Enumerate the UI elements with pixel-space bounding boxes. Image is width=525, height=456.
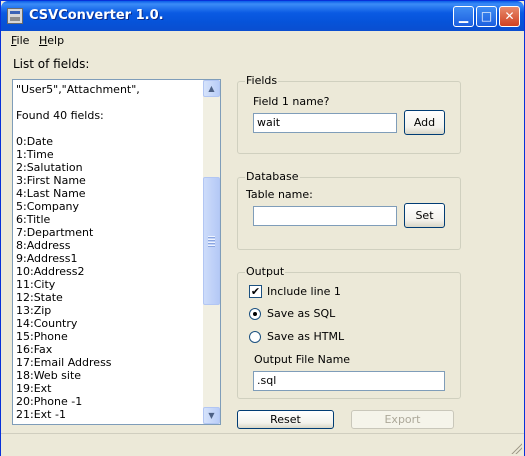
field-list-line: 14:Country (16, 317, 78, 330)
field-list-line: 12:State (16, 291, 63, 304)
thumb-grip-line (208, 245, 215, 247)
thumb-grip-line (208, 242, 215, 244)
fields-list-label: List of fields: (13, 57, 90, 71)
output-file-name-label: Output File Name (254, 353, 351, 366)
field-list-line: "User5","Attachment", (16, 83, 140, 96)
field-list-line: Found 40 fields: (16, 109, 104, 122)
app-window: CSVConverter 1.0. ▁ □ ✕ File Help List o… (0, 0, 525, 456)
close-icon: ✕ (504, 9, 515, 23)
field-name-input[interactable]: wait (253, 113, 397, 133)
include-line1-checkbox[interactable]: ✔ (249, 285, 262, 298)
field-list-line: 0:Date (16, 135, 53, 148)
fields-list-textarea[interactable]: "User5","Attachment", Found 40 fields: 0:D… (12, 79, 221, 425)
scroll-up-button[interactable]: ▲ (203, 80, 220, 97)
scroll-down-arrow-icon: ▼ (208, 411, 215, 420)
field-list-line: 16:Fax (16, 343, 53, 356)
scroll-up-arrow-icon: ▲ (208, 84, 215, 93)
vertical-scrollbar[interactable]: ▲ ▼ (203, 80, 220, 424)
output-groupbox: Output ✔ Include line 1 Save as SQL Save… (237, 265, 461, 399)
field-list-line: 5:Company (16, 200, 80, 213)
window-title: CSVConverter 1.0. (29, 8, 164, 23)
add-button[interactable]: Add (404, 110, 445, 135)
fields-group-legend: Fields (245, 74, 279, 87)
database-group-legend: Database (245, 170, 300, 183)
field-list-line: 9:Address1 (16, 252, 78, 265)
maximize-icon: □ (480, 9, 493, 23)
output-group-legend: Output (245, 265, 286, 278)
app-icon[interactable] (7, 8, 23, 24)
maximize-button[interactable]: □ (476, 6, 497, 27)
close-button[interactable]: ✕ (499, 6, 520, 27)
scrollbar-thumb[interactable] (203, 177, 220, 305)
field-list-line: 10:Address2 (16, 265, 85, 278)
menu-help[interactable]: Help (39, 34, 64, 47)
minimize-button[interactable]: ▁ (453, 6, 474, 27)
field-list-line: 21:Ext -1 (16, 408, 66, 421)
field-list-line: 20:Phone -1 (16, 395, 83, 408)
thumb-grip-line (208, 239, 215, 241)
database-groupbox: Database Table name: Set (237, 170, 461, 250)
scroll-down-button[interactable]: ▼ (203, 407, 220, 424)
output-file-name-input[interactable]: .sql (253, 371, 445, 391)
resize-grip-icon[interactable] (510, 442, 522, 454)
field-list-line: 15:Phone (16, 330, 68, 343)
field-list-line: 1:Time (16, 148, 54, 161)
table-name-input[interactable] (253, 206, 397, 226)
field-list-line: 13:Zip (16, 304, 52, 317)
field-list-line: 19:Ext (16, 382, 52, 395)
set-button[interactable]: Set (404, 203, 445, 228)
reset-button[interactable]: Reset (237, 410, 334, 429)
field-list-line: 11:City (16, 278, 56, 291)
field-list-line: 17:Email Address (16, 356, 112, 369)
field-list-line: 3:First Name (16, 174, 86, 187)
field-list-line: 7:Department (16, 226, 94, 239)
menu-file[interactable]: File (11, 34, 29, 47)
table-name-label: Table name: (246, 188, 313, 201)
fields-groupbox: Fields Field 1 name? wait Add (237, 74, 461, 154)
title-bar[interactable]: CSVConverter 1.0. ▁ □ ✕ (1, 1, 524, 31)
field-list-line: 8:Address (16, 239, 71, 252)
export-button[interactable]: Export (351, 410, 454, 429)
field-list-line: 6:Title (16, 213, 51, 226)
save-as-html-label[interactable]: Save as HTML (267, 330, 344, 343)
save-as-html-radio[interactable] (249, 331, 261, 343)
field-list-line: 2:Salutation (16, 161, 83, 174)
field-name-prompt: Field 1 name? (253, 95, 330, 108)
minimize-icon: ▁ (458, 9, 469, 23)
save-as-sql-radio[interactable] (249, 308, 261, 320)
save-as-sql-label[interactable]: Save as SQL (267, 307, 335, 320)
thumb-grip-line (208, 236, 215, 238)
field-list-line: 18:Web site (16, 369, 82, 382)
menu-bar: File Help (1, 31, 524, 50)
status-bar (1, 433, 524, 456)
include-line1-label[interactable]: Include line 1 (267, 285, 341, 298)
checkmark-icon: ✔ (250, 285, 261, 298)
field-list-line: 4:Last Name (16, 187, 86, 200)
